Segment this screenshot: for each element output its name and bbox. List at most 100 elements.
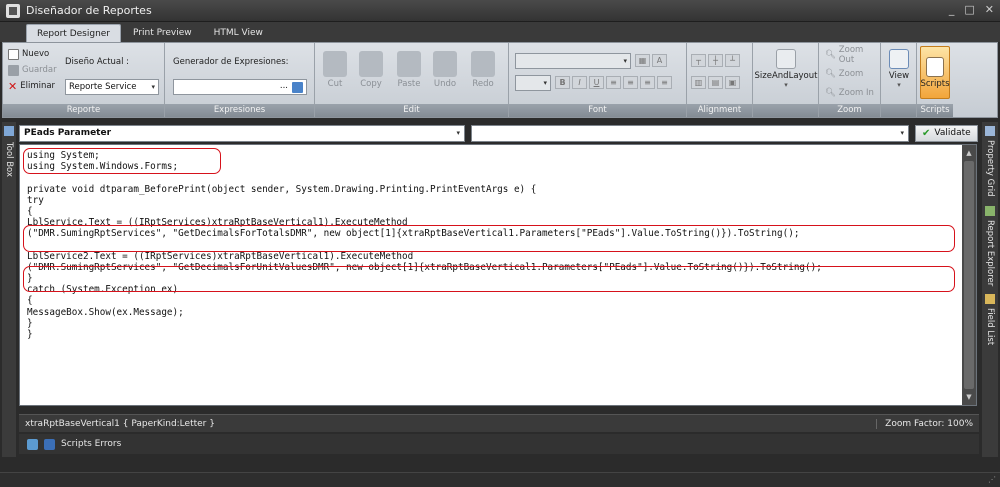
script-editor-header: PEads Parameter ▾ ▾ ✔ Validate xyxy=(19,124,979,142)
diseno-actual-combo[interactable]: Reporte Service ▾ xyxy=(65,79,159,95)
toolbox-sidebar[interactable]: Tool Box xyxy=(2,122,16,457)
align-right-icon[interactable]: ≡ xyxy=(640,76,655,89)
cut-button[interactable]: Cut xyxy=(323,51,347,89)
property-grid-tab[interactable]: Property Grid xyxy=(985,140,995,197)
expression-ellipsis[interactable]: ... xyxy=(280,81,288,91)
cut-label: Cut xyxy=(327,79,343,89)
view-label: View xyxy=(888,71,910,81)
save-icon xyxy=(8,64,19,76)
highlight-using-block xyxy=(23,148,221,174)
status-bar: xtraRptBaseVertical1 { PaperKind:Letter … xyxy=(19,414,979,432)
editor-vertical-scrollbar[interactable]: ▲ ▼ xyxy=(962,145,976,405)
expression-builder-icon[interactable] xyxy=(292,82,303,93)
tab-report-designer[interactable]: Report Designer xyxy=(26,24,122,42)
alignment-buttons-row1: ┬ ┼ ┴ xyxy=(691,54,740,67)
group-label-sizeandlayout xyxy=(753,104,818,117)
code-line: { xyxy=(27,295,33,307)
code-line: MessageBox.Show(ex.Message); xyxy=(27,306,184,318)
zoom-label: Zoom xyxy=(838,69,864,79)
scrollbar-thumb[interactable] xyxy=(964,161,974,389)
eliminar-button[interactable]: ✕ Eliminar xyxy=(8,79,57,93)
chevron-down-icon: ▾ xyxy=(897,81,901,89)
bold-icon[interactable]: B xyxy=(555,76,570,89)
zoom-in-icon: 🔍︎ xyxy=(825,88,836,98)
scripts-label: Scripts xyxy=(920,78,950,89)
object-selector-value: PEads Parameter xyxy=(24,128,112,138)
alignment-label: Alignment xyxy=(697,105,742,115)
align-grid-icon[interactable]: ▥ xyxy=(691,76,706,89)
chevron-down-icon: ▾ xyxy=(784,81,788,89)
pin-icon[interactable] xyxy=(27,438,38,450)
code-line: LblService2.Text = ((IRptServices)xtraRp… xyxy=(27,250,414,262)
copy-icon xyxy=(359,51,383,77)
window-bottom-edge: ⋰ xyxy=(0,472,1000,487)
code-line: { xyxy=(27,205,33,217)
close-icon[interactable]: ✕ xyxy=(985,3,994,16)
ribbon-group-edit: Cut Copy Paste Undo Redo Edit xyxy=(315,43,509,117)
scroll-down-icon[interactable]: ▼ xyxy=(964,392,974,402)
scripts-errors-tab[interactable]: Scripts Errors xyxy=(61,439,121,449)
align-top-icon[interactable]: ┬ xyxy=(691,54,706,67)
code-line: private void dtparam_BeforePrint(object … xyxy=(27,183,537,195)
align-center-icon[interactable]: ≡ xyxy=(623,76,638,89)
font-color-icon[interactable]: A xyxy=(652,54,667,67)
view-button[interactable]: View ▾ xyxy=(885,49,913,89)
italic-icon[interactable]: I xyxy=(572,76,587,89)
align-middle-icon[interactable]: ┼ xyxy=(708,54,723,67)
font-size-combo[interactable]: ▾ xyxy=(515,75,551,91)
ribbon-group-sizeandlayout: SizeAndLayout ▾ xyxy=(753,43,819,117)
paste-button[interactable]: Paste xyxy=(397,51,421,89)
chevron-down-icon: ▾ xyxy=(900,128,904,137)
font-color-buttons: ▦ A xyxy=(635,54,667,67)
zoom-in-button[interactable]: 🔍︎ Zoom In xyxy=(825,86,880,100)
undo-button[interactable]: Undo xyxy=(433,51,457,89)
underline-icon[interactable]: U xyxy=(589,76,604,89)
layout-icon xyxy=(776,49,796,69)
script-editor[interactable]: using System; using System.Windows.Forms… xyxy=(19,144,977,406)
border-icon[interactable]: ▦ xyxy=(635,54,650,67)
zoom-in-label: Zoom In xyxy=(838,88,874,98)
redo-button[interactable]: Redo xyxy=(471,51,495,89)
group-label-edit: Edit xyxy=(315,104,508,117)
ribbon-group-expresiones: Generador de Expresiones: ... Expresione… xyxy=(165,43,315,117)
minimize-icon[interactable]: _ xyxy=(949,3,955,16)
event-selector[interactable]: ▾ xyxy=(471,124,909,142)
copy-button[interactable]: Copy xyxy=(359,51,383,89)
diseno-actual-value: Reporte Service xyxy=(69,82,137,92)
zoom-out-button[interactable]: 🔍︎ Zoom Out xyxy=(825,45,880,65)
size-to-grid-icon[interactable]: ▤ xyxy=(708,76,723,89)
ribbon-group-reporte: Nuevo Guardar ✕ Eliminar Diseño Actual :… xyxy=(3,43,165,117)
guardar-button[interactable]: Guardar xyxy=(8,63,57,77)
object-selector[interactable]: PEads Parameter ▾ xyxy=(19,124,465,142)
expression-input[interactable]: ... xyxy=(173,79,307,95)
chevron-down-icon: ▾ xyxy=(456,128,460,137)
scripts-button[interactable]: Scripts xyxy=(920,46,950,99)
justify-icon[interactable]: ≡ xyxy=(657,76,672,89)
report-explorer-icon xyxy=(985,206,995,216)
group-label-view xyxy=(881,104,916,117)
tab-print-preview[interactable]: Print Preview xyxy=(123,24,202,42)
window-controls: _ □ ✕ xyxy=(949,3,994,16)
scroll-up-icon[interactable]: ▲ xyxy=(964,148,974,158)
alignment-buttons-row2: ▥ ▤ ▣ xyxy=(691,76,740,89)
nuevo-button[interactable]: Nuevo xyxy=(8,47,57,61)
same-size-icon[interactable]: ▣ xyxy=(725,76,740,89)
group-label-reporte: Reporte xyxy=(3,104,164,117)
resize-grip-icon[interactable]: ⋰ xyxy=(988,475,996,484)
tab-html-view[interactable]: HTML View xyxy=(204,24,273,42)
redo-icon xyxy=(471,51,495,77)
right-sidebar: Property Grid Report Explorer Field List xyxy=(982,122,998,457)
maximize-icon[interactable]: □ xyxy=(964,3,974,16)
zoom-factor: Zoom Factor: 100% xyxy=(876,418,973,429)
paste-label: Paste xyxy=(397,79,421,89)
validate-button[interactable]: ✔ Validate xyxy=(915,124,978,142)
field-list-tab[interactable]: Field List xyxy=(985,308,995,345)
font-name-combo[interactable]: ▾ xyxy=(515,53,631,69)
report-explorer-tab[interactable]: Report Explorer xyxy=(985,220,995,286)
zoom-button[interactable]: 🔍︎ Zoom xyxy=(825,67,880,81)
align-bottom-icon[interactable]: ┴ xyxy=(725,54,740,67)
size-and-layout-button[interactable]: SizeAndLayout ▾ xyxy=(755,49,817,89)
ribbon-group-scripts: Scripts Scripts xyxy=(917,43,997,117)
align-left-icon[interactable]: ≡ xyxy=(606,76,621,89)
